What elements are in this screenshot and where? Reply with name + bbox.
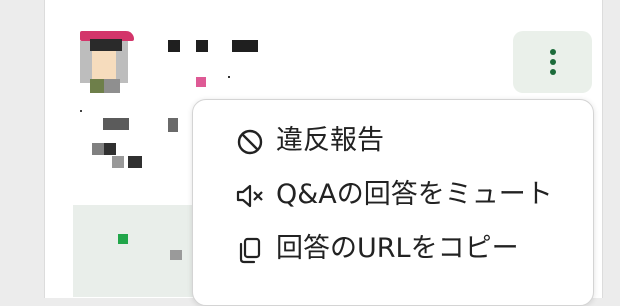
answer-text-fragment bbox=[103, 118, 129, 130]
embedded-content[interactable] bbox=[73, 205, 205, 297]
answer-text-fragment bbox=[80, 110, 82, 112]
block-icon bbox=[235, 127, 265, 157]
avatar-face bbox=[92, 51, 116, 79]
options-menu: 違反報告 Q&Aの回答をミュート 回答のURLをコピー bbox=[192, 99, 594, 306]
menu-item-label: 違反報告 bbox=[276, 125, 384, 156]
mute-icon bbox=[235, 181, 265, 211]
username-block[interactable] bbox=[196, 40, 208, 52]
user-badge bbox=[196, 77, 206, 87]
avatar-hair bbox=[90, 39, 122, 51]
username-block[interactable] bbox=[232, 40, 258, 52]
username-block[interactable] bbox=[168, 40, 180, 52]
menu-item-report[interactable]: 違反報告 bbox=[193, 114, 593, 168]
answer-text-fragment bbox=[112, 156, 124, 168]
answer-text-fragment bbox=[104, 143, 116, 155]
answer-text-fragment bbox=[128, 156, 142, 168]
menu-item-label: Q&Aの回答をミュート bbox=[276, 179, 553, 210]
menu-item-copy-url[interactable]: 回答のURLをコピー bbox=[193, 222, 593, 276]
meta-dot bbox=[228, 76, 230, 78]
menu-item-mute[interactable]: Q&Aの回答をミュート bbox=[193, 168, 593, 222]
copy-icon bbox=[235, 235, 265, 265]
avatar[interactable] bbox=[76, 27, 134, 93]
answer-text-fragment bbox=[168, 118, 178, 132]
more-options-button[interactable] bbox=[513, 31, 592, 93]
avatar-body-right bbox=[104, 79, 120, 93]
embedded-green-marker bbox=[118, 234, 128, 244]
avatar-body-left bbox=[90, 79, 104, 93]
embedded-grey-marker bbox=[170, 250, 182, 260]
menu-item-label: 回答のURLをコピー bbox=[276, 233, 519, 264]
answer-text-fragment bbox=[92, 143, 104, 155]
